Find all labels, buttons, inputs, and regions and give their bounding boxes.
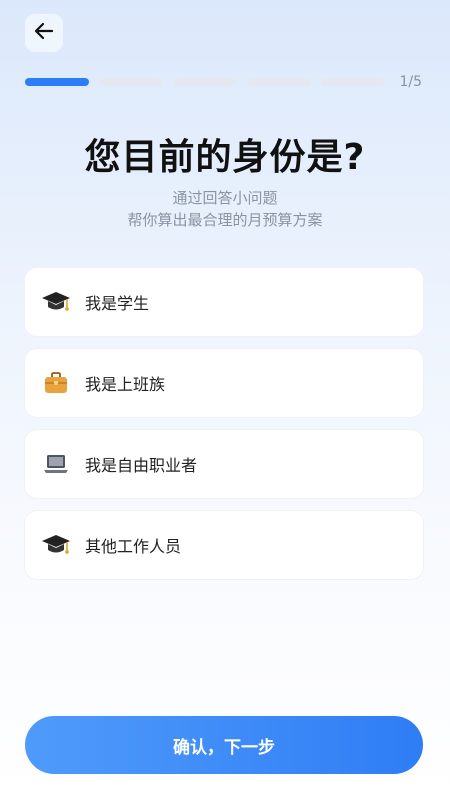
progress-segment xyxy=(25,78,89,86)
option-student[interactable]: 我是学生 xyxy=(25,268,423,336)
subtitle-line: 帮你算出最合理的月预算方案 xyxy=(127,211,323,229)
back-button[interactable] xyxy=(25,14,63,52)
option-other[interactable]: 其他工作人员 xyxy=(25,511,423,579)
progress-bar xyxy=(25,78,385,88)
progress-segment xyxy=(173,78,237,86)
option-label: 我是上班族 xyxy=(85,375,166,394)
option-label: 我是自由职业者 xyxy=(85,456,198,475)
identity-options: 我是学生 我是上班族 我是自由职业者 其他工作人员 xyxy=(25,268,423,592)
graduation-cap-icon xyxy=(41,287,71,317)
progress-counter: 1/5 xyxy=(399,74,422,90)
option-freelancer[interactable]: 我是自由职业者 xyxy=(25,430,423,498)
progress-segment xyxy=(247,78,311,86)
page-subtitle: 通过回答小问题 帮你算出最合理的月预算方案 xyxy=(0,187,450,231)
page-title: 您目前的身份是? xyxy=(84,137,366,178)
laptop-icon xyxy=(41,449,71,479)
subtitle-line: 通过回答小问题 xyxy=(172,189,278,207)
progress-segment xyxy=(99,78,163,86)
option-label: 其他工作人员 xyxy=(85,537,182,556)
option-label: 我是学生 xyxy=(85,294,150,313)
option-office-worker[interactable]: 我是上班族 xyxy=(25,349,423,417)
confirm-next-button[interactable]: 确认，下一步 xyxy=(25,716,423,774)
graduation-cap-icon xyxy=(41,530,71,560)
progress-segment xyxy=(321,78,385,86)
briefcase-icon xyxy=(41,368,71,398)
arrow-left-icon xyxy=(33,20,55,46)
